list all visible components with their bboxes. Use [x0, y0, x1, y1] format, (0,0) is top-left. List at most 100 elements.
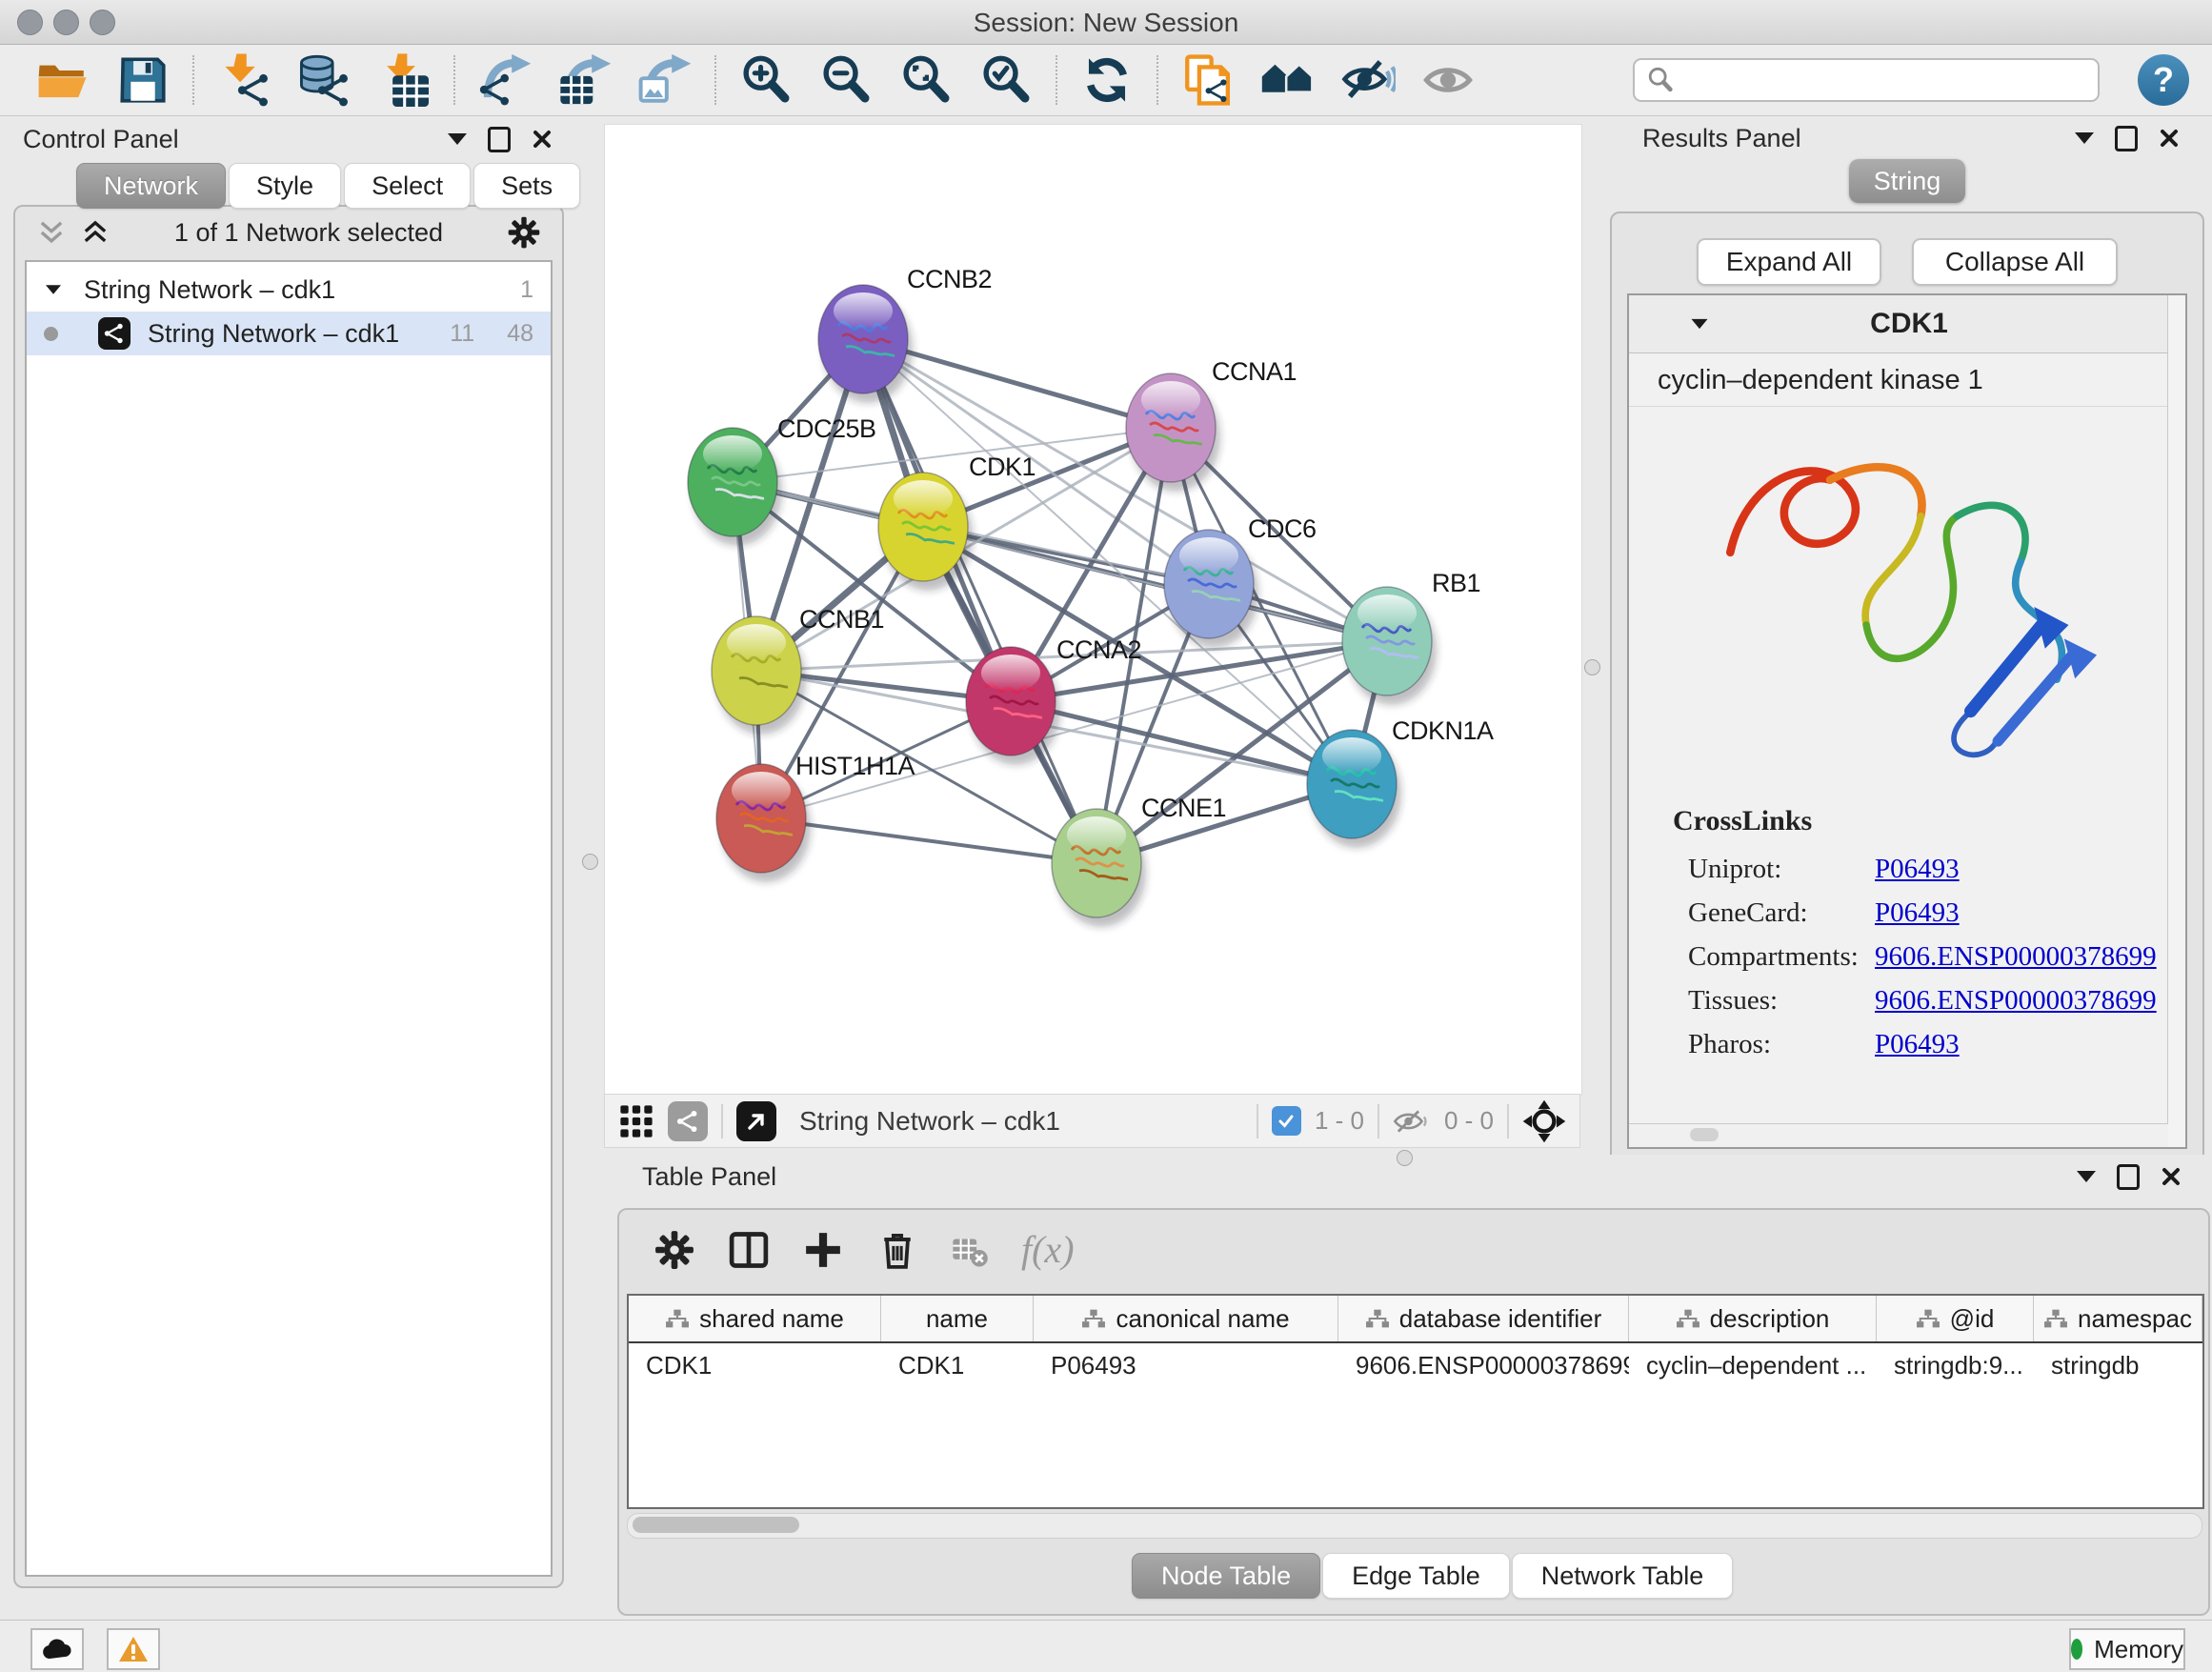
tab-network-table[interactable]: Network Table — [1512, 1553, 1734, 1599]
tab-string[interactable]: String — [1849, 159, 1966, 203]
first-neighbors-icon[interactable] — [1248, 50, 1328, 111]
memory-button[interactable]: Memory — [2069, 1628, 2185, 1670]
hide-selected-icon[interactable] — [1328, 50, 1408, 111]
zoom-selected-icon[interactable] — [966, 50, 1046, 111]
network-node-CCNB2[interactable]: CCNB2 — [818, 265, 992, 403]
tab-sets[interactable]: Sets — [473, 163, 580, 209]
search-box[interactable] — [1633, 58, 2100, 102]
birdseye-crosshair-icon[interactable] — [1522, 1099, 1566, 1143]
export-image-icon[interactable] — [625, 50, 705, 111]
network-collection-row[interactable]: String Network – cdk1 1 — [27, 268, 551, 312]
crosslink-label: Pharos: — [1688, 1029, 1875, 1060]
table-cell: P06493 — [1034, 1351, 1338, 1380]
crosslink-link[interactable]: 9606.ENSP00000378699 — [1875, 941, 2157, 973]
gene-section-collapse-icon[interactable] — [1692, 319, 1708, 329]
column-header-shared-name[interactable]: shared name — [629, 1296, 881, 1341]
cloud-status-button[interactable] — [30, 1628, 84, 1670]
table-cell: CDK1 — [629, 1351, 881, 1380]
bottom-splitter-handle[interactable] — [1397, 1150, 1413, 1166]
collapse-all-button[interactable]: Collapse All — [1912, 238, 2118, 286]
import-table-icon[interactable] — [364, 50, 444, 111]
network-canvas[interactable]: CCNB2CCNA1CDC25BCDK1CDC6RB1CCNB1CCNA2CDK… — [604, 124, 1582, 1096]
refresh-layout-icon[interactable] — [1067, 50, 1147, 111]
column-header--id[interactable]: @id — [1877, 1296, 2034, 1341]
panel-float-icon[interactable] — [488, 127, 511, 152]
results-panel-title: Results Panel — [1642, 124, 1801, 153]
results-vertical-scrollbar[interactable] — [2167, 295, 2185, 1147]
column-header-description[interactable]: description — [1629, 1296, 1877, 1341]
crosslinks-list: Uniprot:P06493GeneCard:P06493Compartment… — [1673, 847, 2185, 1066]
table-cell: stringdb — [2034, 1351, 2202, 1380]
panel-float-icon[interactable] — [2115, 126, 2138, 151]
zoom-fit-icon[interactable] — [886, 50, 966, 111]
expand-all-button[interactable]: Expand All — [1697, 238, 1881, 286]
column-header-canonical-name[interactable]: canonical name — [1034, 1296, 1338, 1341]
clone-network-icon[interactable] — [1168, 50, 1248, 111]
column-header-name[interactable]: name — [881, 1296, 1034, 1341]
column-header-database-identifier[interactable]: database identifier — [1338, 1296, 1629, 1341]
window-title: Session: New Session — [0, 8, 2212, 38]
network-node-CCNE1[interactable]: CCNE1 — [1052, 794, 1226, 927]
panel-menu-icon[interactable] — [448, 133, 467, 145]
panel-close-icon[interactable] — [2161, 1166, 2182, 1187]
table-horizontal-scrollbar[interactable] — [627, 1513, 2202, 1539]
network-node-CDKN1A[interactable]: CDKN1A — [1307, 716, 1494, 848]
tab-node-table[interactable]: Node Table — [1132, 1553, 1320, 1599]
tab-select[interactable]: Select — [344, 163, 471, 209]
help-button[interactable]: ? — [2138, 54, 2189, 106]
crosslink-link[interactable]: P06493 — [1875, 1029, 1960, 1060]
open-in-window-icon[interactable] — [736, 1101, 776, 1141]
results-horizontal-scrollbar[interactable] — [1629, 1123, 2168, 1147]
crosslink-link[interactable]: P06493 — [1875, 897, 1960, 929]
import-network-database-icon[interactable] — [284, 50, 364, 111]
network-node-CCNA1[interactable]: CCNA1 — [1126, 357, 1297, 492]
show-all-icon[interactable] — [1408, 50, 1488, 111]
network-row-selected[interactable]: String Network – cdk1 11 48 — [27, 312, 551, 355]
panel-menu-icon[interactable] — [2077, 1171, 2096, 1182]
tab-style[interactable]: Style — [229, 163, 341, 209]
column-header-namespac[interactable]: namespac — [2034, 1296, 2202, 1341]
collapse-all-chevron-icon[interactable] — [36, 219, 67, 246]
tab-edge-table[interactable]: Edge Table — [1322, 1553, 1510, 1599]
separator — [1507, 1104, 1509, 1138]
network-node-HIST1H1A[interactable]: HIST1H1A — [716, 752, 915, 882]
node-table: shared namenamecanonical namedatabase id… — [627, 1294, 2204, 1509]
gene-description: cyclin–dependent kinase 1 — [1629, 353, 2185, 407]
tab-network[interactable]: Network — [76, 163, 226, 209]
collection-expander-icon[interactable] — [46, 285, 61, 294]
search-input[interactable] — [1684, 65, 2086, 96]
save-session-icon[interactable] — [103, 50, 183, 111]
right-splitter-handle[interactable] — [1584, 659, 1600, 675]
zoom-out-icon[interactable] — [806, 50, 886, 111]
grid-view-icon[interactable] — [618, 1103, 654, 1139]
zoom-in-icon[interactable] — [726, 50, 806, 111]
network-node-CCNB1[interactable]: CCNB1 — [712, 605, 884, 735]
panel-float-icon[interactable] — [2117, 1164, 2140, 1190]
table-options-gear-icon[interactable] — [654, 1229, 695, 1271]
crosslink-link[interactable]: 9606.ENSP00000378699 — [1875, 985, 2157, 1017]
toolbar-separator — [1156, 55, 1158, 105]
network-node-CDC6[interactable]: CDC6 — [1164, 514, 1317, 648]
import-network-file-icon[interactable] — [204, 50, 284, 111]
network-thumbnail-icon[interactable] — [668, 1101, 708, 1141]
selected-checkbox-icon[interactable] — [1272, 1106, 1301, 1136]
show-columns-icon[interactable] — [728, 1229, 770, 1271]
export-table-icon[interactable] — [545, 50, 625, 111]
left-splitter-handle[interactable] — [582, 854, 598, 870]
panel-close-icon[interactable] — [2159, 128, 2180, 149]
expand-all-chevron-icon[interactable] — [80, 219, 111, 246]
add-column-icon[interactable] — [802, 1229, 844, 1271]
panel-menu-icon[interactable] — [2075, 132, 2094, 144]
delete-column-icon[interactable] — [876, 1229, 918, 1271]
network-node-CDC25B[interactable]: CDC25B — [688, 414, 876, 546]
table-row[interactable]: CDK1CDK1P064939606.ENSP00000378699cyclin… — [629, 1343, 2202, 1387]
panel-close-icon[interactable] — [532, 129, 553, 150]
network-node-RB1[interactable]: RB1 — [1342, 569, 1480, 705]
warnings-button[interactable] — [107, 1628, 160, 1670]
network-row-label: String Network – cdk1 — [148, 319, 399, 349]
export-network-icon[interactable] — [465, 50, 545, 111]
network-options-gear-icon[interactable] — [507, 215, 541, 250]
open-session-icon[interactable] — [23, 50, 103, 111]
string-network-graph[interactable]: CCNB2CCNA1CDC25BCDK1CDC6RB1CCNB1CCNA2CDK… — [605, 125, 1581, 1095]
crosslink-link[interactable]: P06493 — [1875, 854, 1960, 885]
